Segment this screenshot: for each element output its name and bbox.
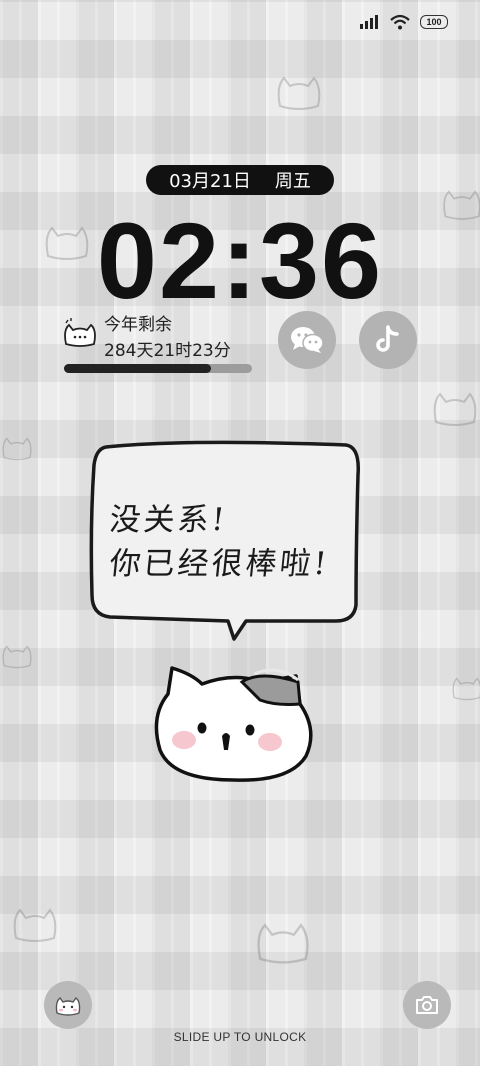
bubble-line-2: 你已经很棒啦! xyxy=(107,546,331,582)
cat-icon xyxy=(55,997,81,1016)
tiktok-button[interactable] xyxy=(359,311,417,369)
camera-icon xyxy=(416,996,438,1014)
cat-doodle-icon xyxy=(452,677,480,701)
cat-face-icon xyxy=(64,318,96,347)
weekday-text: 周五 xyxy=(274,171,311,192)
wechat-button[interactable] xyxy=(278,311,336,369)
status-bar: 100 xyxy=(360,14,448,30)
cat-doodle-icon xyxy=(13,908,57,942)
cat-doodle-icon xyxy=(277,76,321,110)
clock-time: 02:36 xyxy=(96,200,384,321)
bubble-line-1: 没关系! xyxy=(107,502,229,538)
signal-icon xyxy=(360,15,378,29)
slide-up-to-unlock-hint: SLIDE UP TO UNLOCK xyxy=(173,1030,307,1044)
wechat-icon xyxy=(291,327,324,353)
year-progress-bar xyxy=(64,364,252,373)
year-remaining-title: 今年剩余 xyxy=(104,315,172,335)
battery-indicator: 100 xyxy=(420,15,448,29)
theme-shortcut-button[interactable] xyxy=(44,981,92,1029)
cat-doodle-icon xyxy=(2,645,32,669)
year-progress-fill xyxy=(64,364,211,373)
camera-button[interactable] xyxy=(403,981,451,1029)
year-remaining-value: 284天21时23分 xyxy=(104,341,231,361)
cat-doodle-icon xyxy=(257,923,309,964)
wifi-icon xyxy=(390,14,410,30)
cat-character-illustration xyxy=(154,666,313,782)
tiktok-icon xyxy=(376,325,399,352)
date-pill: 03月21日 周五 xyxy=(146,165,334,195)
cat-doodle-icon xyxy=(2,437,32,461)
cat-doodle-icon xyxy=(433,392,477,426)
date-text: 03月21日 xyxy=(169,171,251,192)
